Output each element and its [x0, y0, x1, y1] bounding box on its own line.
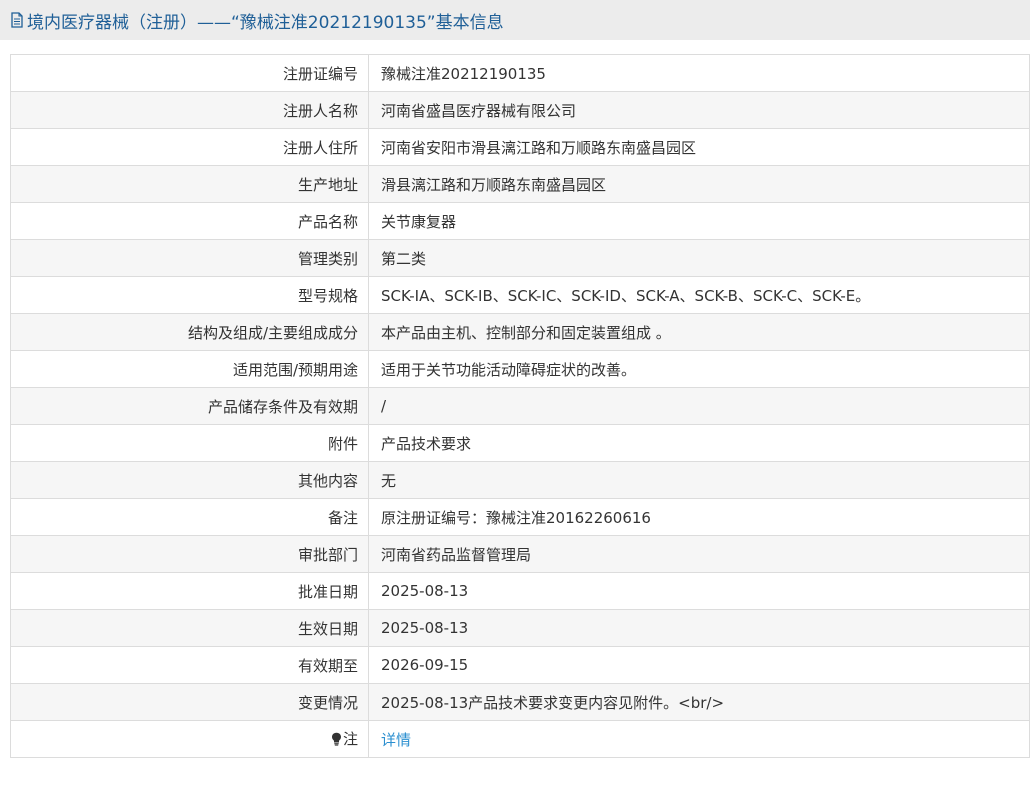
field-value: 原注册证编号：豫械注准20162260616: [368, 498, 1030, 536]
note-row: 注 详情: [10, 720, 1030, 758]
field-value: 2026-09-15: [368, 646, 1030, 684]
table-row: 审批部门 河南省药品监督管理局: [10, 535, 1030, 573]
field-label: 产品名称: [10, 202, 369, 240]
field-label: 注册人名称: [10, 91, 369, 129]
table-row: 注册人名称 河南省盛昌医疗器械有限公司: [10, 91, 1030, 129]
field-label: 注册人住所: [10, 128, 369, 166]
table-row: 注册证编号 豫械注准20212190135: [10, 54, 1030, 92]
field-label: 生效日期: [10, 609, 369, 647]
field-value: 关节康复器: [368, 202, 1030, 240]
field-value: 河南省安阳市滑县漓江路和万顺路东南盛昌园区: [368, 128, 1030, 166]
field-label: 变更情况: [10, 683, 369, 721]
field-value: 2025-08-13: [368, 572, 1030, 610]
field-value: 适用于关节功能活动障碍症状的改善。: [368, 350, 1030, 388]
table-row: 备注 原注册证编号：豫械注准20162260616: [10, 498, 1030, 536]
table-row: 附件 产品技术要求: [10, 424, 1030, 462]
field-value: 本产品由主机、控制部分和固定装置组成 。: [368, 313, 1030, 351]
table-row: 产品名称 关节康复器: [10, 202, 1030, 240]
field-label: 其他内容: [10, 461, 369, 499]
field-label: 结构及组成/主要组成成分: [10, 313, 369, 351]
field-value: 河南省盛昌医疗器械有限公司: [368, 91, 1030, 129]
field-label: 批准日期: [10, 572, 369, 610]
field-label: 注册证编号: [10, 54, 369, 92]
details-link[interactable]: 详情: [381, 731, 411, 749]
field-value: 2025-08-13产品技术要求变更内容见附件。<br/>: [368, 683, 1030, 721]
basic-info-table: 注册证编号 豫械注准20212190135 注册人名称 河南省盛昌医疗器械有限公…: [10, 54, 1030, 758]
table-row: 注册人住所 河南省安阳市滑县漓江路和万顺路东南盛昌园区: [10, 128, 1030, 166]
field-label: 管理类别: [10, 239, 369, 277]
field-value: 第二类: [368, 239, 1030, 277]
field-label: 审批部门: [10, 535, 369, 573]
note-label-cell: 注: [10, 720, 369, 758]
field-value: 无: [368, 461, 1030, 499]
field-value: 河南省药品监督管理局: [368, 535, 1030, 573]
field-label: 型号规格: [10, 276, 369, 314]
table-row: 生效日期 2025-08-13: [10, 609, 1030, 647]
field-value: SCK-ⅠA、SCK-ⅠB、SCK-ⅠC、SCK-ⅠD、SCK-A、SCK-B、…: [368, 276, 1030, 314]
field-label: 备注: [10, 498, 369, 536]
table-row: 其他内容 无: [10, 461, 1030, 499]
field-label: 生产地址: [10, 165, 369, 203]
lightbulb-icon: [331, 732, 342, 750]
table-row: 适用范围/预期用途 适用于关节功能活动障碍症状的改善。: [10, 350, 1030, 388]
table-row: 管理类别 第二类: [10, 239, 1030, 277]
table-row: 有效期至 2026-09-15: [10, 646, 1030, 684]
field-label: 产品储存条件及有效期: [10, 387, 369, 425]
table-row: 批准日期 2025-08-13: [10, 572, 1030, 610]
field-label: 附件: [10, 424, 369, 462]
table-row: 产品储存条件及有效期 /: [10, 387, 1030, 425]
page-title: 境内医疗器械（注册）——“豫械注准20212190135”基本信息: [27, 12, 504, 33]
table-row: 结构及组成/主要组成成分 本产品由主机、控制部分和固定装置组成 。: [10, 313, 1030, 351]
note-value-cell: 详情: [368, 720, 1030, 758]
field-label: 适用范围/预期用途: [10, 350, 369, 388]
field-label: 有效期至: [10, 646, 369, 684]
page-title-bar: 境内医疗器械（注册）——“豫械注准20212190135”基本信息: [0, 0, 1030, 40]
field-value: 2025-08-13: [368, 609, 1030, 647]
table-row: 变更情况 2025-08-13产品技术要求变更内容见附件。<br/>: [10, 683, 1030, 721]
table-row: 生产地址 滑县漓江路和万顺路东南盛昌园区: [10, 165, 1030, 203]
table-row: 型号规格 SCK-ⅠA、SCK-ⅠB、SCK-ⅠC、SCK-ⅠD、SCK-A、S…: [10, 276, 1030, 314]
info-table-container: 注册证编号 豫械注准20212190135 注册人名称 河南省盛昌医疗器械有限公…: [10, 54, 1030, 758]
document-icon: [10, 12, 24, 28]
field-value: 滑县漓江路和万顺路东南盛昌园区: [368, 165, 1030, 203]
field-value: 豫械注准20212190135: [368, 54, 1030, 92]
field-value: 产品技术要求: [368, 424, 1030, 462]
note-label: 注: [342, 730, 358, 748]
field-value: /: [368, 387, 1030, 425]
